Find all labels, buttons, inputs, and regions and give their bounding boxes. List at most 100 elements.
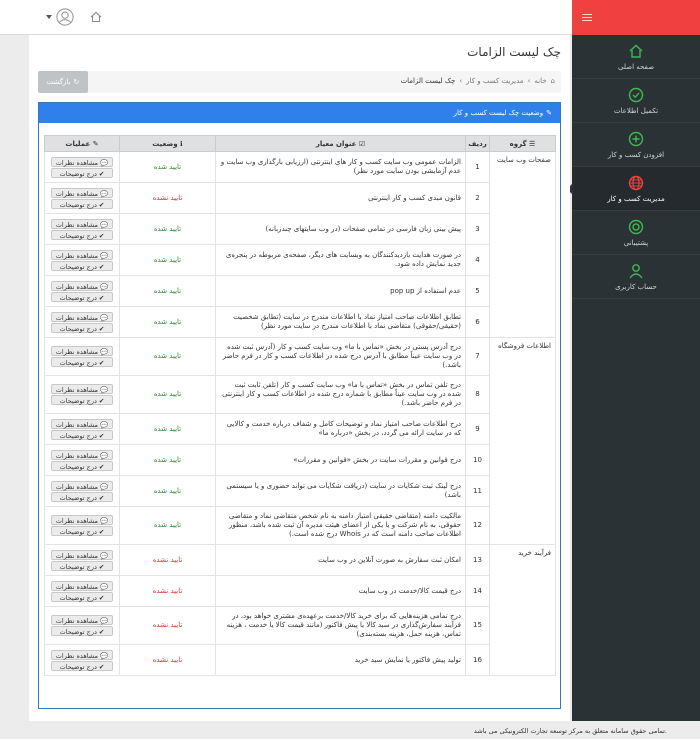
view-comments-button[interactable]: 💬 مشاهده نظرات (51, 418, 113, 429)
row-number: 3 (465, 213, 490, 245)
criterion-text: درج قوانین و مقررات سایت در بخش «قوانین … (215, 444, 466, 476)
top-bar (0, 0, 572, 35)
breadcrumb-item-home[interactable]: خانه (534, 77, 546, 85)
sidebar-item-5[interactable]: حساب کاربری (572, 255, 700, 299)
status-badge: تایید نشده (119, 182, 216, 214)
table-row: 6 تطابق اطلاعات صاحب امتیاز نماد با اطلاع… (44, 306, 556, 338)
refresh-icon: ↻ (73, 78, 80, 86)
ops-cell: 💬 مشاهده نظرات ✔ درج توضیحات (44, 375, 120, 414)
view-comments-button[interactable]: 💬 مشاهده نظرات (51, 346, 113, 356)
add-note-button[interactable]: ✔ درج توضیحات (51, 291, 113, 302)
breadcrumb: ⌂ خانه › مدیریت کسب و کار › چک لیست الزا… (401, 77, 555, 85)
ops-cell: 💬 مشاهده نظرات ✔ درج توضیحات (44, 506, 120, 545)
view-comments-button[interactable]: 💬 مشاهده نظرات (51, 187, 113, 198)
add-note-button[interactable]: ✔ درج توضیحات (51, 460, 113, 471)
group-cell: اطلاعات فروشگاه (489, 337, 556, 545)
breadcrumb-item-current: چک لیست الزامات (400, 77, 456, 85)
home-icon (629, 44, 643, 58)
criterion-text: الزامات عمومی وب سایت کسب و کار های اینت… (215, 151, 466, 183)
view-comments-button[interactable]: 💬 مشاهده نظرات (51, 218, 113, 229)
add-note-button[interactable]: ✔ درج توضیحات (51, 429, 113, 440)
ops-cell: 💬 مشاهده نظرات ✔ درج توضیحات (44, 306, 120, 338)
add-note-button[interactable]: ✔ درج توضیحات (51, 660, 113, 671)
row-number: 13 (465, 544, 490, 576)
add-note-button[interactable]: ✔ درج توضیحات (51, 357, 113, 367)
breadcrumb-separator: › (527, 77, 531, 85)
criterion-text: پیش بینی زبان فارسی در تمامی صفحات (در و… (215, 213, 466, 245)
view-comments-button[interactable]: 💬 مشاهده نظرات (51, 249, 113, 260)
panel-title: وضعیت چک لیست کسب و کار (453, 109, 544, 117)
criterion-text: مالکیت دامنه (متقاضی حقیقی امتیاز دامنه … (215, 506, 466, 545)
view-comments-button[interactable]: 💬 مشاهده نظرات (51, 449, 113, 460)
add-note-button[interactable]: ✔ درج توضیحات (51, 395, 113, 405)
panel-header: وضعیت چک لیست کسب و کار ✎ (39, 103, 560, 123)
add-note-button[interactable]: ✔ درج توضیحات (51, 167, 113, 178)
header-group: ☰ گروه (489, 135, 556, 152)
sidebar-item-1[interactable]: تکمیل اطلاعات (572, 79, 700, 123)
status-badge: تایید شده (119, 306, 216, 338)
table-row: 9 درج اطلاعات صاحب امتیاز نماد و توضیحات … (44, 413, 556, 445)
criterion-text: درج قیمت کالا/خدمت در وب سایت (215, 575, 466, 607)
add-note-button[interactable]: ✔ درج توضیحات (51, 260, 113, 271)
add-note-button[interactable]: ✔ درج توضیحات (51, 526, 113, 536)
table-row: 3 پیش بینی زبان فارسی در تمامی صفحات (در … (44, 213, 556, 245)
ops-cell: 💬 مشاهده نظرات ✔ درج توضیحات (44, 151, 120, 183)
status-badge: تایید نشده (119, 644, 216, 676)
criterion-text: درج آدرس پستی در بخش «تماس با ما» وب سای… (215, 337, 466, 376)
view-comments-button[interactable]: 💬 مشاهده نظرات (51, 156, 113, 167)
sidebar-item-4[interactable]: پشتیبانی (572, 211, 700, 255)
breadcrumb-item-manage[interactable]: مدیریت کسب و کار (466, 77, 523, 85)
home-icon[interactable] (90, 11, 102, 23)
check-circle-icon (628, 87, 644, 102)
ops-cell: 💬 مشاهده نظرات ✔ درج توضیحات (44, 182, 120, 214)
sidebar-item-2[interactable]: افزودن کسب و کار (572, 123, 700, 167)
view-comments-button[interactable]: 💬 مشاهده نظرات (51, 280, 113, 291)
status-badge: تایید شده (119, 151, 216, 183)
status-badge: تایید نشده (119, 606, 216, 645)
criterion-text: تطابق اطلاعات صاحب امتیاز نماد با اطلاعا… (215, 306, 466, 338)
add-note-button[interactable]: ✔ درج توضیحات (51, 322, 113, 333)
add-note-button[interactable]: ✔ درج توضیحات (51, 591, 113, 602)
view-comments-button[interactable]: 💬 مشاهده نظرات (51, 480, 113, 491)
table-row: 15 درج تمامی هزینه‌هایی که برای خرید کالا… (44, 606, 556, 645)
view-comments-button[interactable]: 💬 مشاهده نظرات (51, 311, 113, 322)
row-number: 11 (465, 475, 490, 507)
add-note-button[interactable]: ✔ درج توضیحات (51, 491, 113, 502)
sidebar-item-0[interactable]: صفحه اصلی (572, 35, 700, 79)
view-comments-button[interactable]: 💬 مشاهده نظرات (51, 549, 113, 560)
row-number: 8 (465, 375, 490, 414)
sidebar-item-3[interactable]: مدیریت کسب و کار (567, 167, 700, 211)
ops-cell: 💬 مشاهده نظرات ✔ درج توضیحات (44, 544, 120, 576)
ops-cell: 💬 مشاهده نظرات ✔ درج توضیحات (44, 644, 120, 676)
main-content: چک لیست الزامات ⌂ خانه › مدیریت کسب و کا… (29, 35, 570, 721)
table-row: 5 عدم استفاده از pop up تایید شده 💬 مشاهده… (44, 275, 556, 307)
breadcrumb-home-icon: ⌂ (550, 77, 555, 85)
add-note-button[interactable]: ✔ درج توضیحات (51, 626, 113, 636)
back-button[interactable]: بازگشت ↻ (38, 71, 88, 93)
page-title: چک لیست الزامات (467, 45, 561, 59)
view-comments-button[interactable]: 💬 مشاهده نظرات (51, 649, 113, 660)
view-comments-button[interactable]: 💬 مشاهده نظرات (51, 580, 113, 591)
add-note-button[interactable]: ✔ درج توضیحات (51, 229, 113, 240)
table-row: 14 درج قیمت کالا/خدمت در وب سایت تایید نشد… (44, 575, 556, 607)
table-row: 8 درج تلفن تماس در بخش «تماس با ما» وب سا… (44, 375, 556, 414)
table-row: صفحات وب سایت 1 الزامات عمومی وب سایت کسب … (44, 151, 556, 338)
status-badge: تایید شده (119, 375, 216, 414)
sidebar: صفحه اصلی تکمیل اطلاعات افزودن کسب و کار مد… (567, 0, 700, 721)
table-row: اطلاعات فروشگاه 7 درج آدرس پستی در بخش «تم… (44, 337, 556, 545)
group-cell: فرآیند خرید (489, 544, 556, 676)
caret-down-icon (46, 15, 52, 19)
ops-cell: 💬 مشاهده نظرات ✔ درج توضیحات (44, 475, 120, 507)
hamburger-icon[interactable] (582, 14, 592, 21)
add-note-button[interactable]: ✔ درج توضیحات (51, 560, 113, 571)
add-note-button[interactable]: ✔ درج توضیحات (51, 198, 113, 209)
criterion-text: قانون مبدی کسب و کار اینترنتی (215, 182, 466, 214)
view-comments-button[interactable]: 💬 مشاهده نظرات (51, 615, 113, 625)
plus-circle-icon (628, 131, 644, 146)
user-menu[interactable] (46, 8, 74, 26)
view-comments-button[interactable]: 💬 مشاهده نظرات (51, 384, 113, 394)
ops-cell: 💬 مشاهده نظرات ✔ درج توضیحات (44, 275, 120, 307)
view-comments-button[interactable]: 💬 مشاهده نظرات (51, 515, 113, 525)
checklist-panel: وضعیت چک لیست کسب و کار ✎ ☰ گروه ردیف ☑ … (38, 102, 561, 709)
header-row: ردیف (465, 135, 490, 152)
